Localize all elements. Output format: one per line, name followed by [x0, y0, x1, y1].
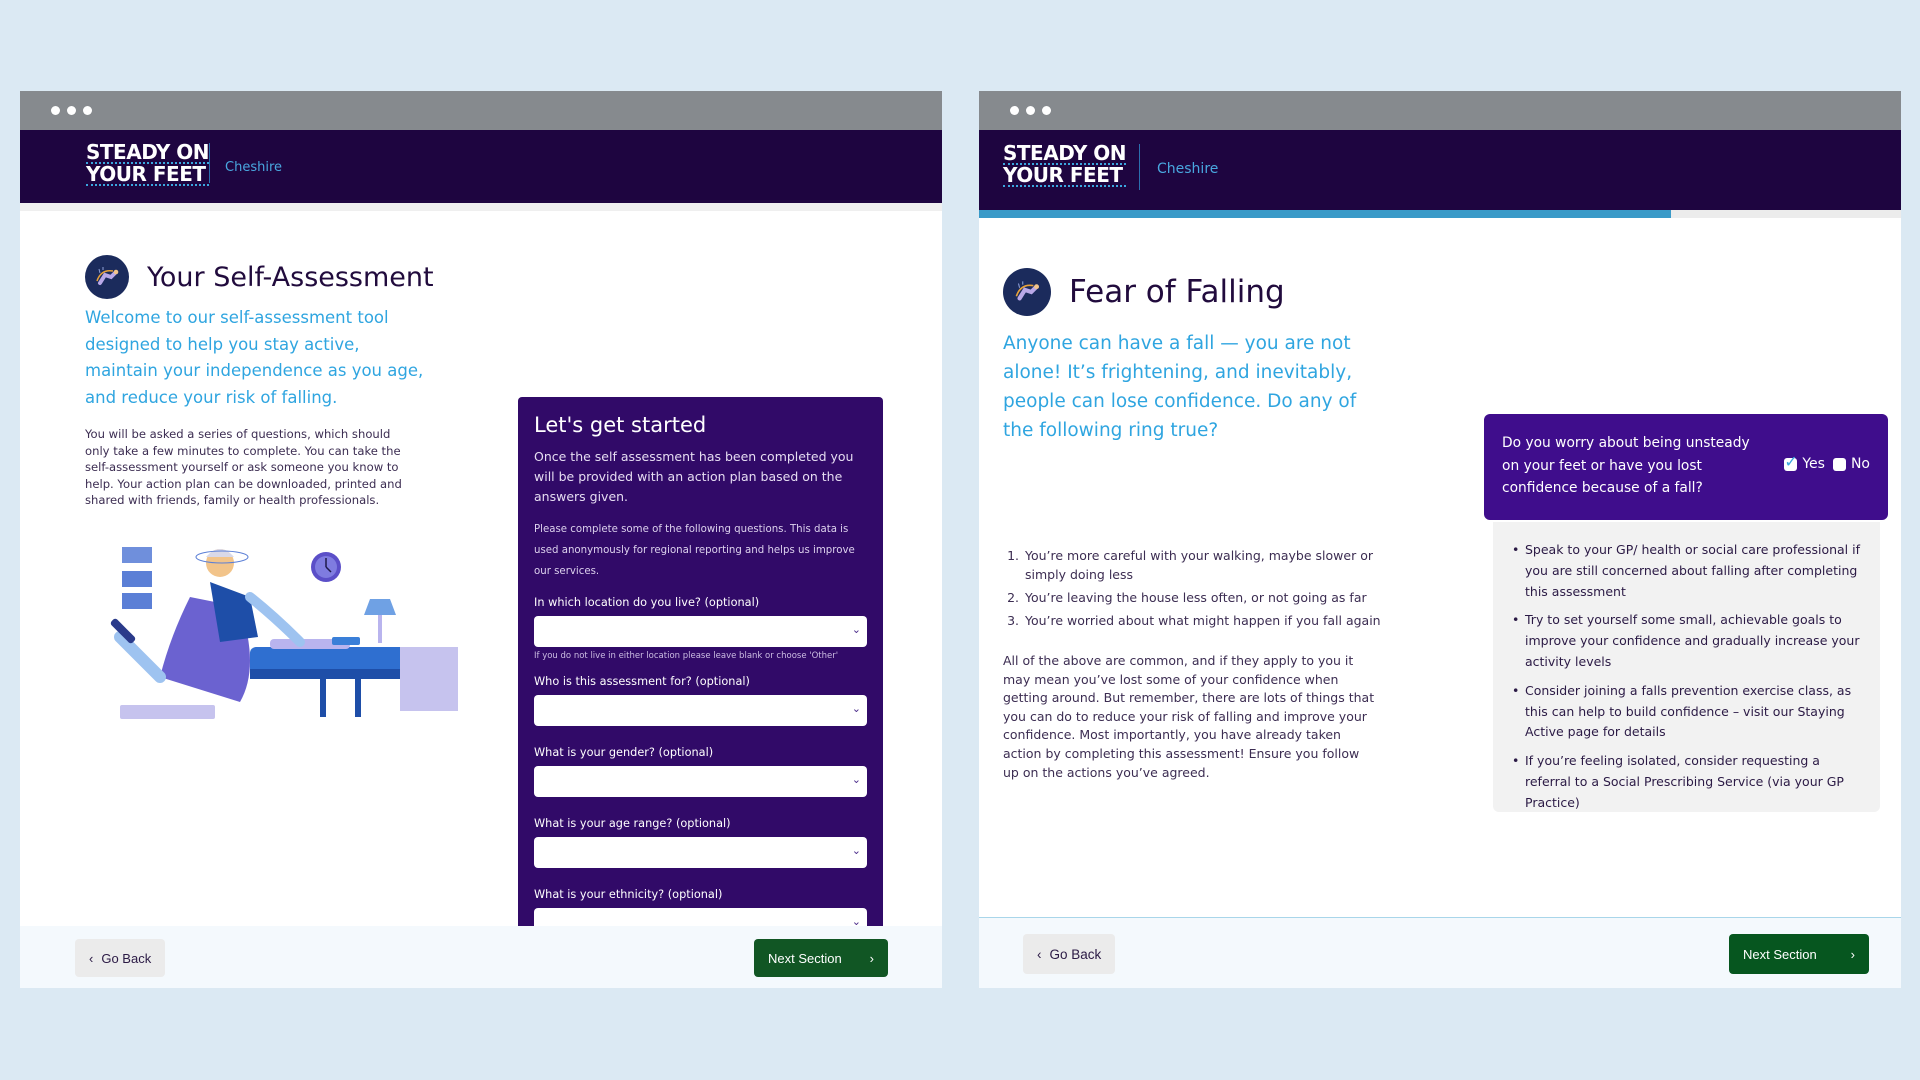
signs-list: You’re more careful with your walking, m… [1003, 546, 1393, 634]
logo-line-2: YOUR FEET [86, 164, 210, 186]
window-controls [51, 106, 92, 115]
page-heading: Fear of Falling [1069, 274, 1285, 310]
window-dot-icon[interactable] [1010, 106, 1019, 115]
assessment-for-select[interactable]: ⌄ [534, 695, 867, 726]
chevron-right-icon: › [869, 950, 874, 966]
header-strip [20, 203, 942, 211]
next-section-button[interactable]: Next Section › [754, 939, 888, 977]
chevron-left-icon: ‹ [89, 950, 94, 966]
page-title: Fear of Falling [1003, 268, 1285, 316]
region-label: Cheshire [1157, 161, 1219, 177]
go-back-label: Go Back [1049, 946, 1102, 962]
card-heading: Let's get started [534, 413, 707, 437]
site-header: STEADY ON YOUR FEET Cheshire [20, 130, 942, 203]
progress-fill [979, 210, 1671, 218]
list-item: You’re leaving the house less often, or … [1023, 588, 1393, 607]
answer-options: Yes No [1784, 452, 1870, 472]
next-section-label: Next Section [768, 950, 842, 966]
browser-window-self-assessment: STEADY ON YOUR FEET Cheshire Your Self-A… [20, 91, 942, 988]
chevron-down-icon: ⌄ [851, 702, 861, 715]
intro-lead: Welcome to our self-assessment tool desi… [85, 308, 424, 407]
chevron-down-icon: ⌄ [851, 844, 861, 857]
checkbox-unchecked-icon[interactable] [1832, 457, 1846, 471]
location-select[interactable]: ⌄ [534, 616, 867, 647]
advice-panel: Speak to your GP/ health or social care … [1493, 522, 1880, 812]
location-label: In which location do you live? (optional… [534, 596, 760, 609]
card-note: Please complete some of the following qu… [534, 524, 855, 577]
site-logo[interactable]: STEADY ON YOUR FEET [86, 140, 210, 186]
option-no[interactable]: No [1832, 456, 1870, 472]
page-footer: ‹ Go Back Next Section › [20, 926, 942, 988]
get-started-card: Let's get started Once the self assessme… [518, 397, 883, 988]
intro-body: You will be asked a series of questions,… [85, 427, 402, 507]
window-dot-icon[interactable] [67, 106, 76, 115]
list-item: Consider joining a falls prevention exer… [1507, 681, 1862, 743]
card-intro: Once the self assessment has been comple… [534, 449, 854, 504]
window-dot-icon[interactable] [1026, 106, 1035, 115]
age-range-label: What is your age range? (optional) [534, 817, 731, 830]
assessment-for-label: Who is this assessment for? (optional) [534, 675, 750, 688]
go-back-label: Go Back [101, 950, 152, 966]
chevron-left-icon: ‹ [1037, 946, 1042, 962]
page-footer: ‹ Go Back Next Section › [979, 917, 1901, 988]
ethnicity-label: What is your ethnicity? (optional) [534, 888, 723, 901]
age-range-select[interactable]: ⌄ [534, 837, 867, 868]
chevron-right-icon: › [1850, 946, 1855, 962]
elderly-woman-dizzy-illustration [110, 547, 458, 719]
window-titlebar [979, 91, 1901, 130]
advice-list: Speak to your GP/ health or social care … [1507, 540, 1862, 814]
site-logo[interactable]: STEADY ON YOUR FEET [1003, 141, 1127, 187]
site-header: STEADY ON YOUR FEET Cheshire [979, 130, 1901, 210]
window-dot-icon[interactable] [1042, 106, 1051, 115]
list-item: Try to set yourself some small, achievab… [1507, 610, 1862, 672]
logo-line-1: STEADY ON [86, 140, 210, 164]
chevron-down-icon: ⌄ [851, 623, 861, 636]
checkbox-checked-icon[interactable] [1784, 452, 1798, 471]
window-dot-icon[interactable] [51, 106, 60, 115]
page-heading: Your Self-Assessment [147, 261, 434, 293]
list-item: You’re worried about what might happen i… [1023, 611, 1393, 630]
question-text: Do you worry about being unsteady on you… [1502, 435, 1750, 496]
body-text: All of the above are common, and if they… [1003, 653, 1375, 780]
header-divider [209, 143, 210, 183]
location-hint: If you do not live in either location pl… [534, 651, 839, 661]
option-yes-label: Yes [1802, 456, 1825, 472]
list-item: You’re more careful with your walking, m… [1023, 546, 1393, 584]
main-content: Fear of Falling Anyone can have a fall —… [979, 226, 1901, 915]
assessment-progress-bar [979, 210, 1901, 218]
window-titlebar [20, 91, 942, 130]
gender-select[interactable]: ⌄ [534, 766, 867, 797]
chevron-down-icon: ⌄ [851, 773, 861, 786]
go-back-button[interactable]: ‹ Go Back [1023, 934, 1116, 974]
logo-line-2: YOUR FEET [1003, 165, 1127, 187]
falling-person-icon [1003, 268, 1051, 316]
intro-lead: Anyone can have a fall — you are not alo… [1003, 333, 1357, 441]
gender-label: What is your gender? (optional) [534, 746, 714, 759]
option-no-label: No [1850, 456, 1870, 472]
list-item: Speak to your GP/ health or social care … [1507, 540, 1862, 602]
header-divider [1139, 144, 1140, 190]
option-yes[interactable]: Yes [1784, 452, 1825, 472]
go-back-button[interactable]: ‹ Go Back [75, 939, 166, 977]
page-title: Your Self-Assessment [85, 255, 434, 299]
main-content: Your Self-Assessment Welcome to our self… [20, 219, 942, 988]
window-controls [1010, 106, 1051, 115]
fear-question-card: Do you worry about being unsteady on you… [1484, 414, 1888, 520]
list-item: If you’re feeling isolated, consider req… [1507, 751, 1862, 813]
falling-person-icon [85, 255, 129, 299]
logo-line-1: STEADY ON [1003, 141, 1127, 165]
region-label: Cheshire [225, 160, 282, 175]
browser-window-fear-of-falling: STEADY ON YOUR FEET Cheshire Fear of Fal… [979, 91, 1901, 988]
next-section-button[interactable]: Next Section › [1729, 934, 1869, 974]
next-section-label: Next Section [1743, 946, 1817, 962]
window-dot-icon[interactable] [83, 106, 92, 115]
